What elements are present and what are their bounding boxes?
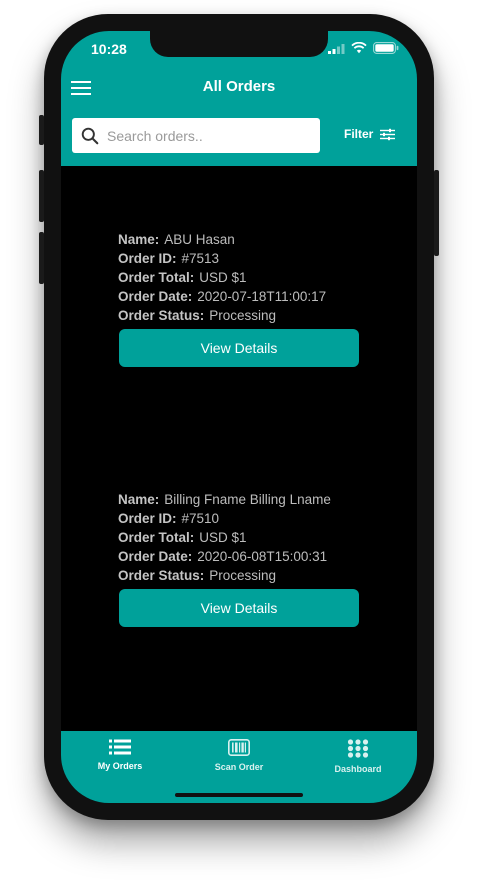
order-date-row: Order Date: 2020-06-08T15:00:31	[118, 547, 358, 566]
order-total-row: Order Total: USD $1	[118, 268, 358, 287]
search-input[interactable]	[105, 126, 309, 145]
status-icons	[328, 42, 399, 54]
tab-dashboard[interactable]: Dashboard	[299, 739, 417, 774]
page-title: All Orders	[202, 78, 276, 95]
order-date-value: 2020-07-18T11:00:17	[197, 289, 327, 304]
order-id-label: Order ID:	[118, 511, 177, 526]
order-date-label: Order Date:	[118, 289, 193, 304]
order-id-row: Order ID: #7510	[118, 509, 358, 528]
grid-icon	[347, 739, 369, 758]
order-card: Name: Billing Fname Billing Lname Order I…	[118, 490, 359, 627]
order-date-value: 2020-06-08T15:00:31	[197, 549, 328, 564]
tab-scan-order-label: Scan Order	[214, 762, 264, 772]
tab-my-orders-label: My Orders	[97, 761, 143, 771]
order-status-value: Processing	[209, 308, 277, 323]
order-total-label: Order Total:	[118, 530, 195, 545]
sliders-icon	[380, 128, 396, 140]
wifi-icon	[351, 42, 367, 54]
view-details-button[interactable]: View Details	[119, 329, 359, 367]
signal-icon	[328, 43, 345, 54]
phone-volume-down	[39, 232, 44, 284]
order-status-row: Order Status: Processing	[118, 306, 358, 325]
search-icon	[81, 127, 99, 144]
order-name-row: Name: ABU Hasan	[118, 230, 358, 249]
order-status-row: Order Status: Processing	[118, 566, 358, 585]
order-total-row: Order Total: USD $1	[118, 528, 358, 547]
list-icon	[109, 739, 131, 755]
phone-silent-switch	[39, 115, 44, 145]
order-name-row: Name: Billing Fname Billing Lname	[118, 490, 358, 509]
order-id-label: Order ID:	[118, 251, 177, 266]
phone-notch	[150, 31, 328, 57]
tab-dashboard-label: Dashboard	[334, 764, 382, 774]
search-box[interactable]	[72, 118, 320, 153]
order-total-label: Order Total:	[118, 270, 195, 285]
order-id-row: Order ID: #7513	[118, 249, 358, 268]
order-card: Name: ABU Hasan Order ID: #7513 Order Tota…	[118, 230, 359, 367]
barcode-icon	[228, 739, 250, 756]
order-status-label: Order Status:	[118, 308, 205, 323]
order-name-value: ABU Hasan	[164, 232, 235, 247]
order-name-label: Name:	[118, 232, 160, 247]
phone-power-button	[434, 170, 439, 256]
order-name-label: Name:	[118, 492, 160, 507]
app-screen: 10:28 All Orders Search orders.. Filter …	[61, 31, 417, 803]
order-id-value: #7510	[181, 511, 220, 526]
order-status-label: Order Status:	[118, 568, 205, 583]
tab-scan-order[interactable]: Scan Order	[180, 739, 298, 772]
view-details-button[interactable]: View Details	[119, 589, 359, 627]
order-name-value: Billing Fname Billing Lname	[164, 492, 331, 507]
home-indicator[interactable]	[175, 793, 303, 797]
order-date-row: Order Date: 2020-07-18T11:00:17	[118, 287, 358, 306]
status-time: 10:28	[91, 41, 127, 57]
filter-label: Filter	[344, 127, 374, 141]
battery-icon	[373, 42, 399, 54]
tab-my-orders[interactable]: My Orders	[61, 739, 179, 771]
phone-volume-up	[39, 170, 44, 222]
order-total-value: USD $1	[199, 270, 247, 285]
order-status-value: Processing	[209, 568, 277, 583]
filter-button[interactable]: Filter	[344, 127, 396, 141]
order-total-value: USD $1	[199, 530, 247, 545]
order-id-value: #7513	[181, 251, 220, 266]
order-date-label: Order Date:	[118, 549, 193, 564]
